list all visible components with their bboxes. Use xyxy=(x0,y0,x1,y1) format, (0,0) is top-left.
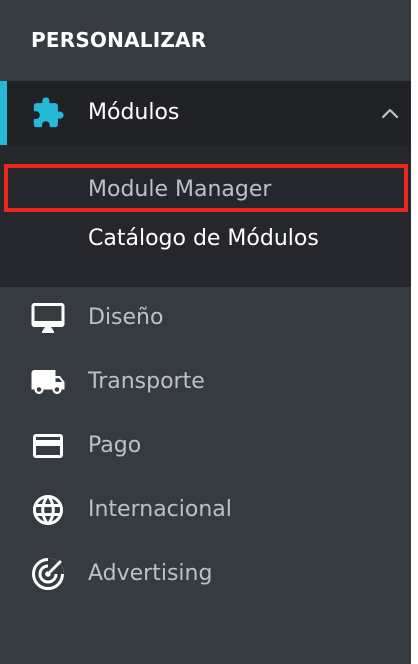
sidebar-item-design[interactable]: Diseño xyxy=(0,290,411,346)
modules-menu-item[interactable]: Módulos xyxy=(0,81,411,145)
sidebar-item-international[interactable]: Internacional xyxy=(0,482,411,538)
sidebar-item-label: Transporte xyxy=(88,369,205,394)
monitor-icon xyxy=(30,300,66,336)
chevron-up-icon[interactable] xyxy=(376,99,404,127)
submenu-item-module-catalog[interactable]: Catálogo de Módulos xyxy=(88,225,319,253)
sidebar-item-payment[interactable]: Pago xyxy=(0,418,411,474)
scrollbar-track[interactable] xyxy=(411,0,418,664)
sidebar-item-label: Diseño xyxy=(88,305,164,330)
sidebar-item-label: Advertising xyxy=(88,561,213,586)
credit-card-icon xyxy=(30,428,66,464)
sidebar-item-label: Internacional xyxy=(88,497,232,522)
sidebar-item-shipping[interactable]: Transporte xyxy=(0,354,411,410)
puzzle-icon xyxy=(30,95,66,131)
section-title: PERSONALIZAR xyxy=(31,28,207,52)
selection-highlight xyxy=(4,164,408,212)
sidebar-item-label: Pago xyxy=(88,433,142,458)
modules-label: Módulos xyxy=(88,100,180,125)
sidebar-item-advertising[interactable]: Advertising xyxy=(0,546,411,602)
sidebar: PERSONALIZAR Módulos Module Manager Catá… xyxy=(0,0,411,664)
active-indicator xyxy=(0,81,7,145)
radar-icon xyxy=(30,556,66,592)
truck-icon xyxy=(30,364,66,400)
globe-icon xyxy=(30,492,66,528)
